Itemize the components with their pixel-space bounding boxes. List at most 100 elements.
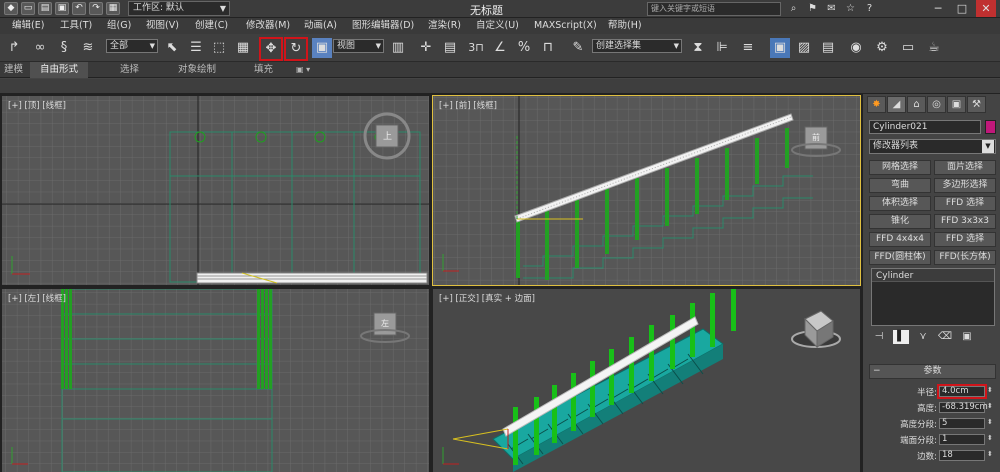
modifier-button[interactable]: FFD 选择 (934, 232, 996, 247)
viewport-front[interactable]: [+] [前] [线框] 前 (432, 95, 861, 286)
workspace-dropdown[interactable]: 工作区: 默认 ▼ (128, 1, 230, 16)
modifier-button[interactable]: 弯曲 (869, 178, 931, 193)
rotate-tool[interactable]: ↻ (284, 37, 308, 61)
open-file-icon[interactable]: ▤ (38, 2, 52, 15)
graphite-ribbon-icon[interactable]: ▣ (770, 38, 790, 58)
show-end-result-icon[interactable]: ▌ (893, 330, 909, 344)
save-file-icon[interactable]: ▣ (55, 2, 69, 15)
menu-views[interactable]: 视图(V) (146, 18, 179, 34)
ribbon-tab-selection[interactable]: 选择 (120, 62, 139, 78)
menu-help[interactable]: 帮助(H) (608, 18, 642, 34)
unlink-icon[interactable]: § (54, 38, 74, 58)
selection-filter-dropdown[interactable]: 全部 ▼ (106, 39, 158, 53)
remove-modifier-icon[interactable]: ⌫ (937, 330, 953, 344)
display-tab-icon[interactable]: ▣ (947, 96, 966, 113)
viewport-left[interactable]: [+] [左] [线框] 左 (2, 289, 429, 472)
mirror-icon[interactable]: ⧗ (688, 38, 708, 58)
viewport-top[interactable]: [+] [顶] [线框] 上 (2, 96, 429, 285)
help-icon[interactable]: ? (862, 1, 877, 16)
redo-icon[interactable]: ↷ (89, 2, 103, 15)
menu-rendering[interactable]: 渲染(R) (428, 18, 461, 34)
spinner-icon[interactable]: ⬍ (987, 386, 993, 394)
reference-coordinate-dropdown[interactable]: 视图 ▼ (333, 39, 384, 53)
menu-animation[interactable]: 动画(A) (304, 18, 337, 34)
edit-named-selection-icon[interactable]: ✎ (568, 38, 588, 58)
communication-icon[interactable]: ✉ (824, 1, 839, 16)
pivot-center-icon[interactable]: ▥ (388, 38, 408, 58)
snap-toggle[interactable]: 3⊓ (466, 38, 486, 58)
modifier-list-dropdown[interactable]: 修改器列表 ▼ (869, 139, 996, 154)
viewport-front-label[interactable]: [+] [前] [线框] (439, 99, 497, 111)
percent-snap-icon[interactable]: % (514, 38, 534, 58)
viewport-top-label[interactable]: [+] [顶] [线框] (8, 99, 66, 111)
link-arrow-icon[interactable]: ↱ (4, 38, 24, 58)
hierarchy-tab-icon[interactable]: ⌂ (907, 96, 926, 113)
modifier-button[interactable]: 多边形选择 (934, 178, 996, 193)
stack-item[interactable]: Cylinder (872, 269, 994, 282)
move-tool[interactable]: ✥ (259, 37, 283, 61)
curve-editor-icon[interactable]: ▨ (794, 38, 814, 58)
menu-edit[interactable]: 编辑(E) (12, 18, 44, 34)
parameters-rollout[interactable]: − 参数 (869, 364, 996, 379)
select-by-name-icon[interactable]: ☰ (186, 38, 206, 58)
height-input[interactable]: -68.319cm (939, 402, 988, 413)
schematic-view-icon[interactable]: ▤ (818, 38, 838, 58)
search-input[interactable]: 键入关键字或短语 (647, 2, 781, 16)
select-and-link-icon[interactable]: ∞ (30, 38, 50, 58)
modifier-button[interactable]: FFD 4x4x4 (869, 232, 931, 247)
modify-tab-icon[interactable]: ◢ (887, 96, 906, 113)
configure-sets-icon[interactable]: ▣ (959, 330, 975, 344)
window-crossing-icon[interactable]: ▦ (233, 38, 253, 58)
modifier-button[interactable]: 网格选择 (869, 160, 931, 175)
spinner-icon[interactable]: ⬍ (987, 402, 993, 410)
app-menu-icon[interactable]: ◆ (4, 2, 18, 15)
ribbon-tab-populate[interactable]: 填充 (254, 62, 273, 78)
named-selection-dropdown[interactable]: 创建选择集 ▼ (592, 39, 682, 53)
rectangle-selection-icon[interactable]: ⬚ (209, 38, 229, 58)
ribbon-tab-modeling[interactable]: 建模 (4, 62, 23, 78)
sides-input[interactable]: 18 (939, 450, 985, 461)
minimize-button[interactable]: ─ (928, 0, 948, 17)
project-folder-icon[interactable]: ▦ (106, 2, 120, 15)
menu-maxscript[interactable]: MAXScript(X) (534, 18, 597, 34)
select-object-icon[interactable]: ⬉ (162, 38, 182, 58)
ribbon-tab-freeform[interactable]: 自由形式 (30, 62, 89, 78)
menu-modifiers[interactable]: 修改器(M) (246, 18, 290, 34)
viewport-left-label[interactable]: [+] [左] [线框] (8, 292, 66, 304)
modifier-button[interactable]: 锥化 (869, 214, 931, 229)
select-manipulate-icon[interactable]: ✛ (416, 38, 436, 58)
viewport-perspective-label[interactable]: [+] [正交] [真实 + 边面] (439, 292, 535, 304)
motion-tab-icon[interactable]: ◎ (927, 96, 946, 113)
modifier-button[interactable]: 体积选择 (869, 196, 931, 211)
maximize-button[interactable]: □ (952, 0, 972, 17)
utilities-tab-icon[interactable]: ⚒ (967, 96, 986, 113)
spinner-snap-icon[interactable]: ⊓ (538, 38, 558, 58)
height-segments-input[interactable]: 5 (939, 418, 985, 429)
spinner-icon[interactable]: ⬍ (987, 418, 993, 426)
menu-customize[interactable]: 自定义(U) (476, 18, 519, 34)
search-icon[interactable]: ⌕ (786, 1, 801, 16)
pin-stack-icon[interactable]: ⊣ (871, 330, 887, 344)
undo-icon[interactable]: ↶ (72, 2, 86, 15)
favorites-icon[interactable]: ☆ (843, 1, 858, 16)
bind-spacewarp-icon[interactable]: ≋ (78, 38, 98, 58)
menu-create[interactable]: 创建(C) (195, 18, 228, 34)
material-editor-icon[interactable]: ◉ (846, 38, 866, 58)
align-icon[interactable]: ⊫ (712, 38, 732, 58)
spinner-icon[interactable]: ⬍ (987, 450, 993, 458)
ribbon-tab-object-paint[interactable]: 对象绘制 (178, 62, 216, 78)
modifier-button[interactable]: 面片选择 (934, 160, 996, 175)
menu-graph-editors[interactable]: 图形编辑器(D) (352, 18, 414, 34)
object-color-swatch[interactable] (985, 120, 996, 134)
spinner-icon[interactable]: ⬍ (987, 434, 993, 442)
layer-manager-icon[interactable]: ≡ (738, 38, 758, 58)
object-name-field[interactable]: Cylinder021 (869, 120, 981, 134)
scale-tool[interactable]: ▣ (312, 38, 332, 58)
menu-group[interactable]: 组(G) (107, 18, 131, 34)
modifier-button[interactable]: FFD 选择 (934, 196, 996, 211)
radius-input[interactable]: 4.0cm (937, 384, 987, 399)
cap-segments-input[interactable]: 1 (939, 434, 985, 445)
render-setup-icon[interactable]: ⚙ (872, 38, 892, 58)
modifier-button[interactable]: FFD(圆柱体) (869, 250, 931, 265)
angle-snap-icon[interactable]: ∠ (490, 38, 510, 58)
